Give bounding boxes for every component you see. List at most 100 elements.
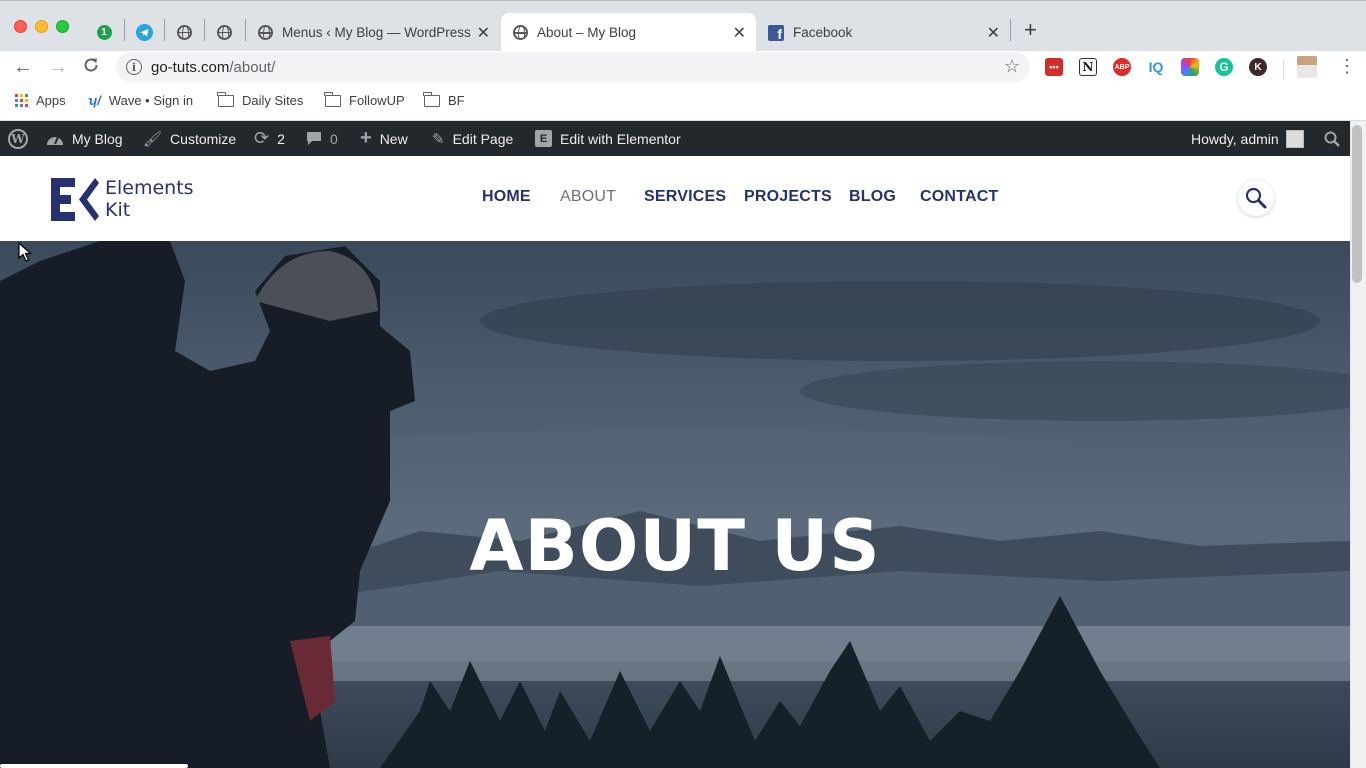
admin-search-button[interactable] [1324, 121, 1340, 156]
brush-icon: 🖌︎ [143, 130, 163, 148]
edit-page-link[interactable]: ✎ Edit Page [432, 121, 513, 156]
bookmarks-bar: Apps ʮ/ Wave • Sign in Daily Sites Follo… [0, 85, 1366, 121]
folder-icon [217, 91, 234, 107]
tab-title: About – My Blog [537, 25, 637, 40]
wp-admin-bar: W My Blog 🖌︎ Customize ⟳ 2 0 + New ✎ Edi… [0, 121, 1350, 156]
facebook-icon: f [768, 24, 784, 41]
nav-contact[interactable]: CONTACT [920, 188, 998, 206]
bookmark-folder-followup[interactable]: FollowUP [324, 91, 405, 108]
logo-line-1: Elements [105, 177, 194, 199]
pinned-tab-telegram[interactable] [124, 18, 164, 46]
new-tab-button[interactable]: + [1024, 19, 1037, 41]
comments-link[interactable]: 0 [306, 121, 338, 156]
elementor-label: Edit with Elementor [560, 130, 681, 147]
bookmark-star-icon[interactable]: ☆ [1004, 56, 1020, 77]
notion-icon[interactable]: N [1079, 58, 1097, 76]
elementor-icon: E [535, 130, 552, 147]
dashboard-icon [47, 136, 63, 145]
bookmark-apps[interactable]: Apps [15, 93, 66, 108]
search-icon [1245, 187, 1267, 209]
back-button[interactable]: ← [13, 56, 33, 78]
toolbar-separator [1283, 59, 1284, 79]
close-tab-icon[interactable]: ✕ [987, 23, 1000, 43]
wp-logo-menu[interactable]: W [8, 121, 28, 156]
customize-label: Customize [170, 130, 237, 147]
mouse-cursor-icon [18, 242, 32, 262]
hero-title: ABOUT US [469, 505, 881, 587]
nav-services[interactable]: SERVICES [644, 188, 726, 206]
logo-line-2: Kit [105, 199, 131, 221]
wave-icon: ʮ/ [88, 93, 101, 108]
reload-button[interactable] [82, 56, 100, 79]
pinned-tab-1[interactable]: 1 [84, 18, 124, 46]
hero-section: ABOUT US [0, 241, 1350, 768]
globe-icon [216, 24, 232, 40]
iq-icon[interactable]: IQ [1147, 58, 1165, 76]
bookmark-label: FollowUP [349, 93, 405, 108]
search-icon [1324, 131, 1340, 147]
minimize-window-button[interactable] [35, 20, 48, 33]
nav-projects[interactable]: PROJECTS [744, 188, 832, 206]
tab-title: Menus ‹ My Blog — WordPress [282, 25, 471, 40]
site-search-button[interactable] [1238, 180, 1274, 216]
zoom-window-button[interactable] [56, 20, 69, 33]
nav-home[interactable]: HOME [482, 188, 531, 206]
pinned-tab-3[interactable] [164, 18, 204, 46]
forward-button[interactable]: → [48, 56, 68, 78]
close-tab-icon[interactable]: ✕ [477, 23, 490, 43]
browser-menu-icon[interactable]: ⋮ [1338, 57, 1356, 75]
nav-about[interactable]: ABOUT [560, 188, 616, 206]
profile-avatar[interactable] [1297, 56, 1317, 78]
customize-link[interactable]: 🖌︎ Customize [143, 121, 236, 156]
url-text: go-tuts.com/about/ [151, 59, 275, 76]
howdy-label: Howdy, admin [1191, 130, 1279, 147]
nav-blog[interactable]: BLOG [849, 188, 896, 206]
globe-icon [176, 24, 192, 40]
bookmark-folder-daily-sites[interactable]: Daily Sites [217, 91, 304, 108]
apps-grid-icon [15, 94, 28, 107]
reload-icon [84, 58, 98, 72]
comment-icon [307, 132, 321, 145]
tab-strip: 1 Menus ‹ My Blog — WordPress ✕ About – … [0, 0, 1366, 52]
plus-icon: + [360, 127, 372, 149]
globe-icon [258, 25, 273, 40]
url-path: /about/ [229, 58, 276, 76]
tab-facebook[interactable]: f Facebook ✕ [756, 13, 1010, 52]
updates-link[interactable]: ⟳ 2 [254, 121, 285, 156]
pinned-tab-4[interactable] [204, 18, 244, 46]
bookmark-label: BF [448, 93, 465, 108]
elementskit-logo-icon [51, 177, 99, 221]
tab-menus[interactable]: Menus ‹ My Blog — WordPress ✕ [246, 13, 500, 52]
bookmark-folder-bf[interactable]: BF [423, 91, 465, 108]
bookmark-wave[interactable]: ʮ/ Wave • Sign in [88, 93, 193, 108]
edit-with-elementor-link[interactable]: E Edit with Elementor [535, 121, 681, 156]
grammarly-icon[interactable]: G [1215, 58, 1233, 76]
site-name-menu[interactable]: My Blog [46, 121, 123, 156]
wordpress-icon: W [8, 128, 28, 149]
bookmark-label: Daily Sites [242, 93, 304, 108]
address-bar[interactable]: i go-tuts.com/about/ ☆ [116, 52, 1030, 82]
tab-about[interactable]: About – My Blog ✕ [501, 13, 756, 52]
folder-icon [423, 91, 440, 107]
adblock-icon[interactable]: ABP [1113, 58, 1131, 76]
new-content-menu[interactable]: + New [360, 121, 408, 156]
close-window-button[interactable] [14, 20, 27, 33]
site-header: Elements Kit HOME ABOUT SERVICES PROJECT… [0, 156, 1350, 241]
user-avatar [1285, 129, 1304, 148]
pencil-icon: ✎ [432, 130, 445, 148]
k-icon[interactable]: K [1249, 58, 1267, 76]
site-logo[interactable]: Elements Kit [51, 177, 194, 221]
folder-icon [324, 91, 341, 107]
my-account-menu[interactable]: Howdy, admin [1191, 121, 1304, 156]
site-info-icon[interactable]: i [126, 59, 142, 75]
updates-icon: ⟳ [254, 128, 270, 148]
scrollbar-thumb[interactable] [1352, 125, 1362, 283]
colorpicker-icon[interactable] [1181, 58, 1199, 76]
telegram-icon [135, 23, 153, 41]
bookmark-label: Apps [36, 93, 66, 108]
browser-toolbar: ← → i go-tuts.com/about/ ☆ ••• N ABP IQ … [0, 51, 1366, 85]
lastpass-icon[interactable]: ••• [1045, 58, 1063, 76]
site-name: My Blog [72, 130, 123, 147]
bookmark-label: Wave • Sign in [108, 93, 194, 108]
close-tab-icon[interactable]: ✕ [733, 23, 746, 43]
